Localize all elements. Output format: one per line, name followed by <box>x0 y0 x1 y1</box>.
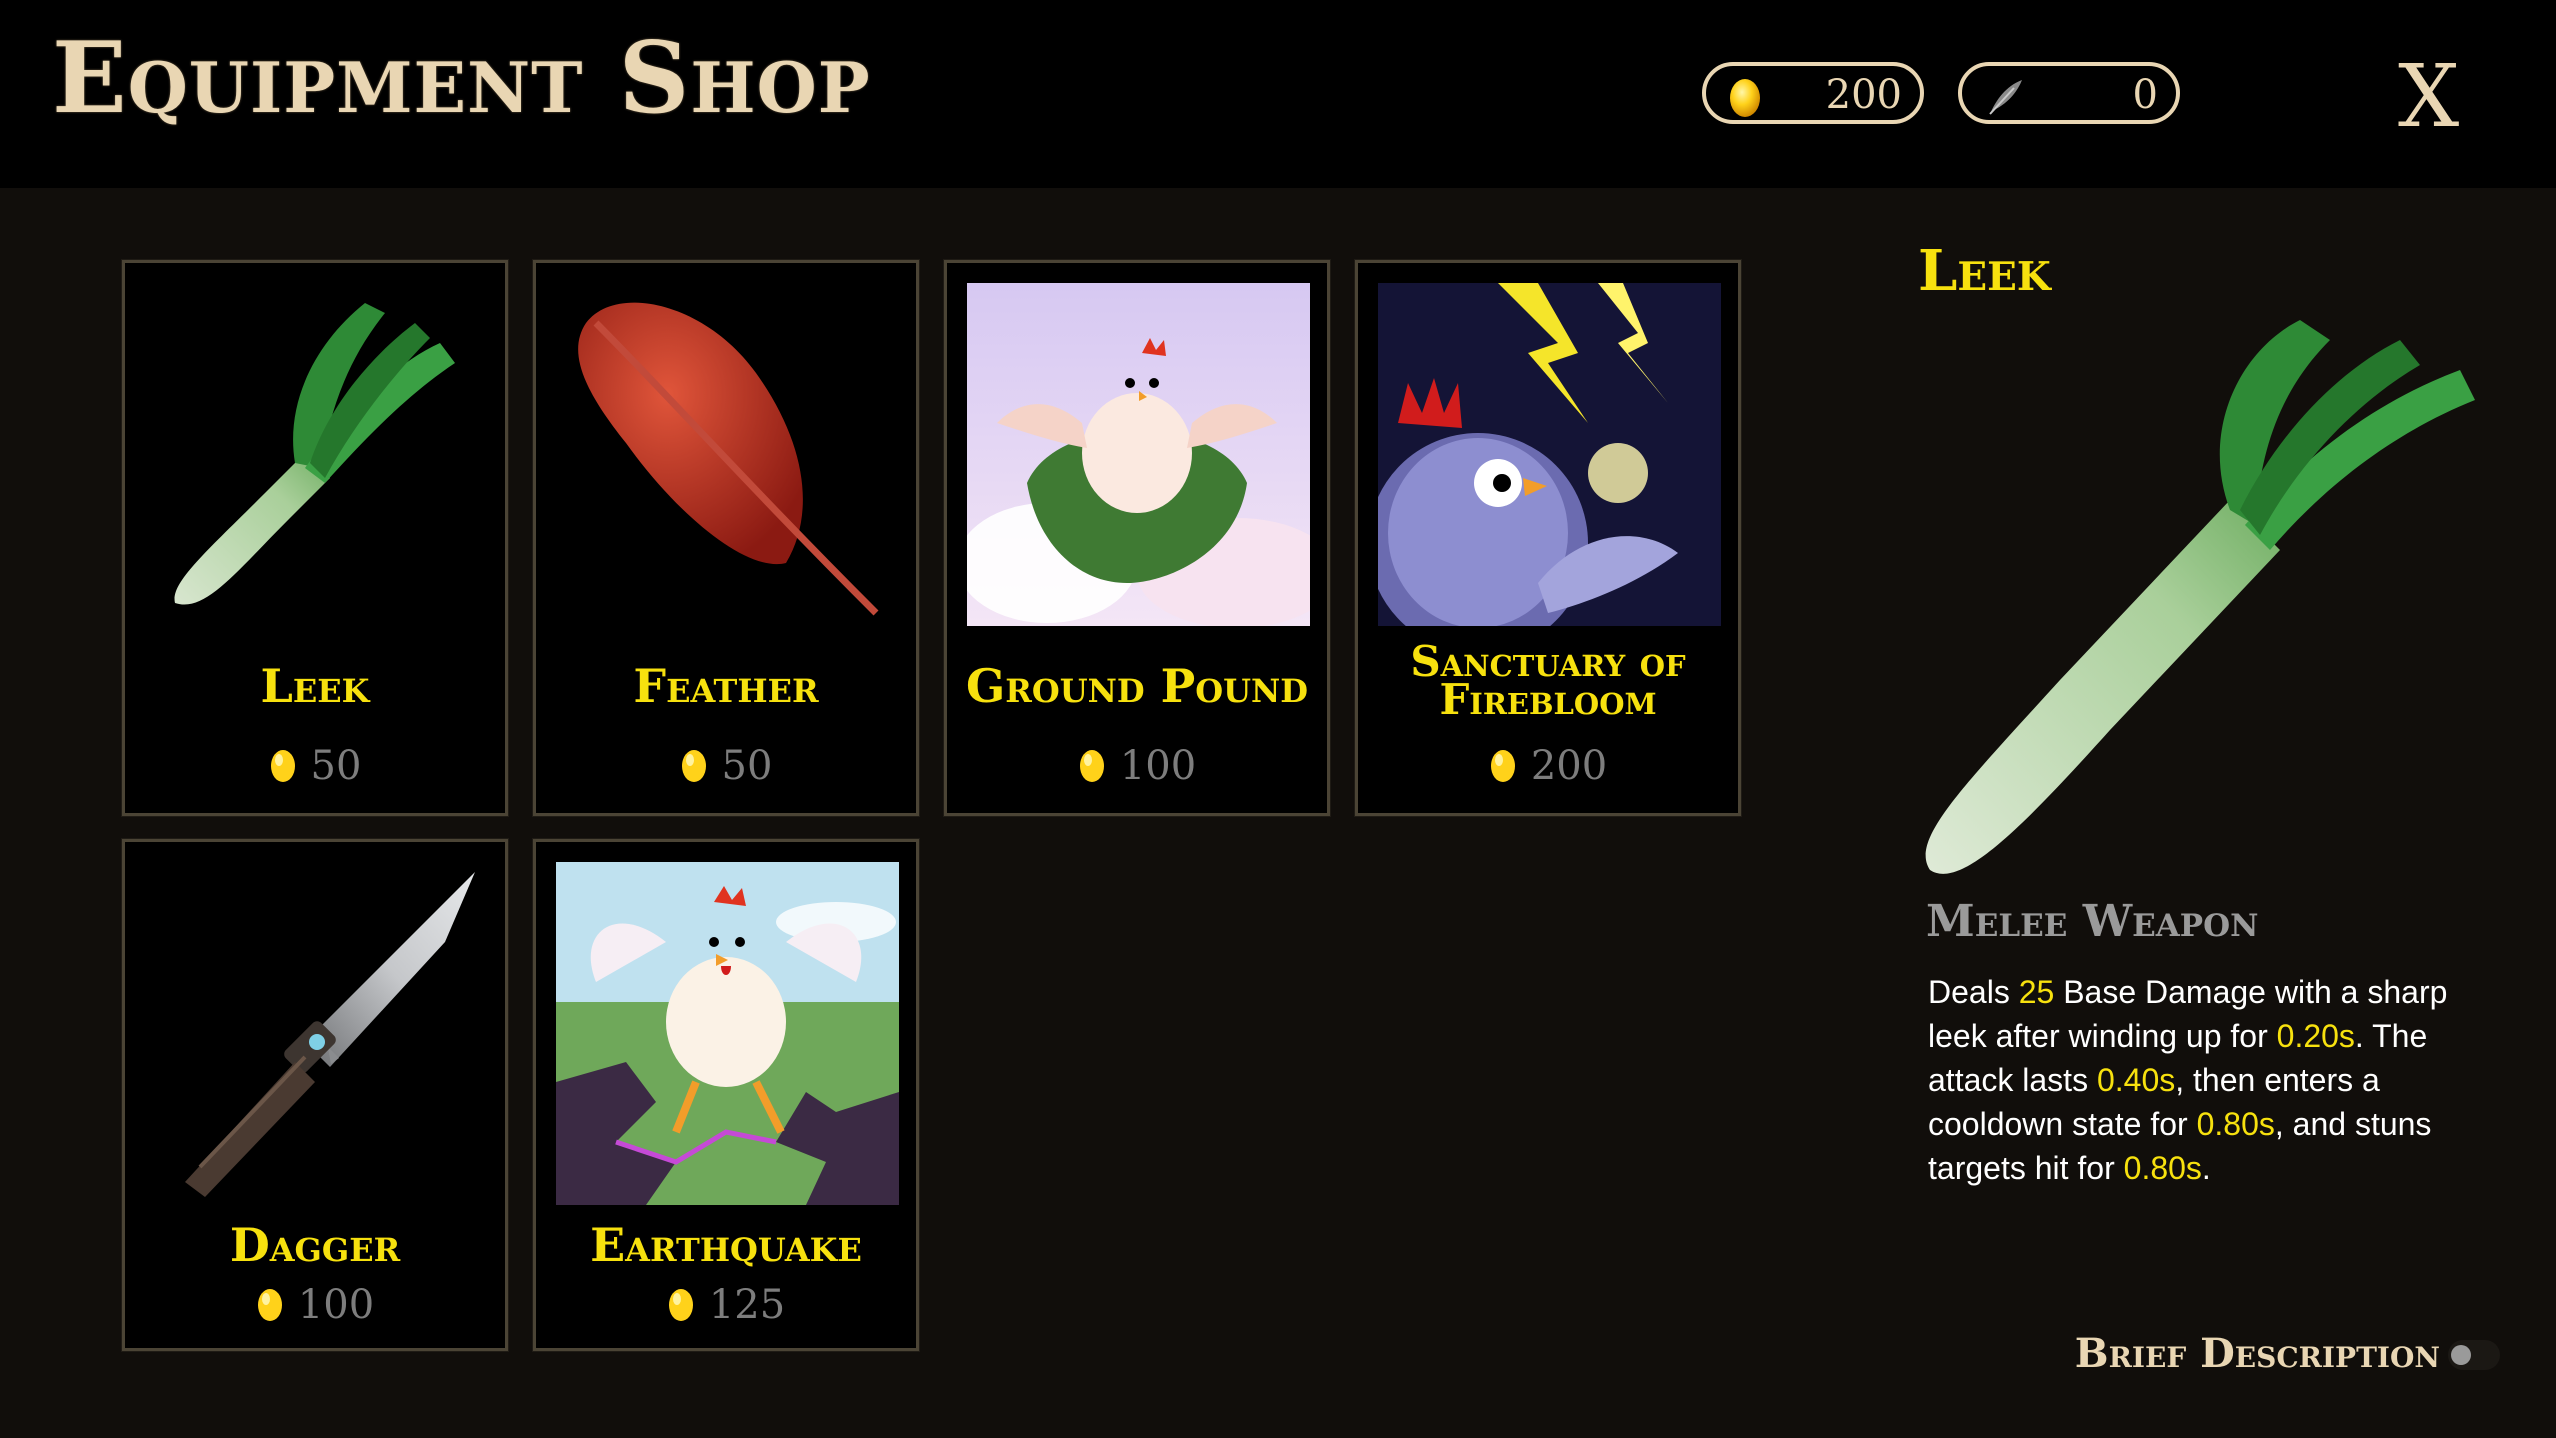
item-name: Ground Pound <box>965 659 1309 713</box>
shop-item-dagger[interactable]: Dagger 100 <box>122 839 508 1351</box>
detail-item-name: Leek <box>1918 238 2051 304</box>
golden-egg-icon <box>668 1289 693 1321</box>
toggle-knob <box>2451 1345 2471 1365</box>
item-price: 100 <box>125 1282 505 1328</box>
feather-counter: 0 <box>1958 62 2180 124</box>
close-button[interactable]: X <box>2398 52 2459 142</box>
desc-text: Deals <box>1928 974 2019 1010</box>
item-name: Leek <box>260 659 370 713</box>
item-name: Feather <box>633 659 819 713</box>
item-price-value: 125 <box>708 1282 786 1328</box>
brief-description-switch[interactable] <box>2448 1340 2500 1370</box>
top-bar: Equipment Shop 200 0 X <box>0 0 2556 188</box>
shop-item-ground-pound[interactable]: Ground Pound 100 <box>944 260 1337 816</box>
golden-egg-icon <box>257 1289 282 1321</box>
shop-item-leek[interactable]: Leek 50 <box>122 260 508 816</box>
item-price-value: 50 <box>310 743 362 789</box>
shop-item-earthquake[interactable]: Earthquake 125 <box>533 839 919 1351</box>
desc-value-cooldown: 0.80s <box>2196 1106 2275 1142</box>
red-feather-icon <box>556 283 899 626</box>
feather-icon <box>1984 76 2026 122</box>
item-name: Dagger <box>229 1218 401 1272</box>
ground-pound-art <box>957 283 1337 628</box>
desc-text: . <box>2201 1150 2211 1186</box>
golden-egg-counter: 200 <box>1702 62 1924 124</box>
brief-description-label: Brief Description <box>2074 1330 2440 1377</box>
item-price: 50 <box>536 743 916 789</box>
item-name: Sanctuary of Firebloom <box>1410 637 1686 724</box>
detail-item-type: Melee Weapon <box>1926 896 2259 947</box>
golden-egg-count: 200 <box>1825 72 1902 118</box>
sanctuary-of-firebloom-art <box>1368 283 1721 653</box>
leek-icon <box>1900 310 2500 890</box>
golden-egg-icon <box>681 750 706 782</box>
item-name: Earthquake <box>590 1218 862 1272</box>
item-price-value: 100 <box>1119 743 1197 789</box>
desc-value-windup: 0.20s <box>2276 1018 2355 1054</box>
item-price: 50 <box>125 743 505 789</box>
dagger-icon <box>145 862 488 1205</box>
shop-item-sanctuary-of-firebloom[interactable]: Sanctuary of Firebloom 200 <box>1355 260 1741 816</box>
desc-value-damage: 25 <box>2018 974 2055 1010</box>
golden-egg-icon <box>1490 750 1515 782</box>
feather-count: 0 <box>2132 72 2158 118</box>
page-title: Equipment Shop <box>52 21 871 136</box>
brief-description-toggle[interactable]: Brief Description <box>2075 1330 2500 1380</box>
item-price-value: 200 <box>1530 743 1608 789</box>
desc-value-duration: 0.40s <box>2096 1062 2176 1098</box>
leek-icon <box>145 283 488 626</box>
item-price-value: 50 <box>721 743 773 789</box>
detail-description: Deals 25 Base Damage with a sharp leek a… <box>1928 970 2488 1190</box>
earthquake-art <box>556 862 899 1205</box>
golden-egg-icon <box>270 750 295 782</box>
item-price: 100 <box>947 743 1327 789</box>
item-price: 200 <box>1358 743 1738 789</box>
shop-item-feather[interactable]: Feather 50 <box>533 260 919 816</box>
item-price-value: 100 <box>297 1282 375 1328</box>
item-price: 125 <box>536 1282 916 1328</box>
golden-egg-icon <box>1079 750 1104 782</box>
desc-value-stun: 0.80s <box>2123 1150 2202 1186</box>
golden-egg-icon <box>1728 76 1762 122</box>
